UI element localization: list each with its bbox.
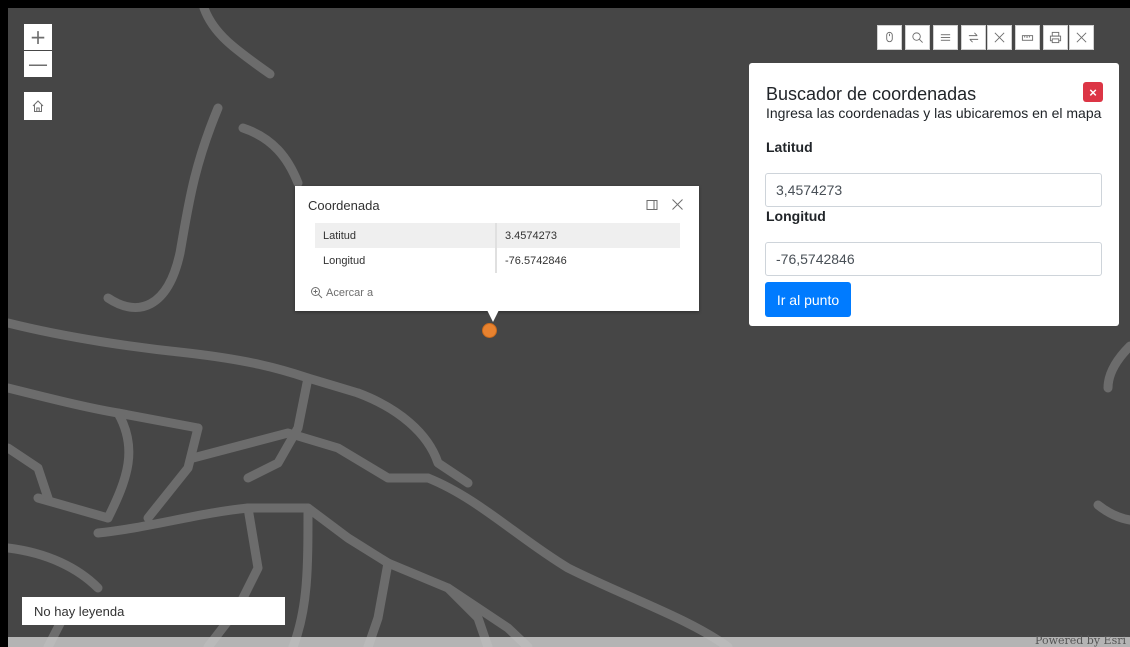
swap-icon	[968, 32, 979, 43]
minus-icon: —	[28, 52, 48, 76]
plus-icon: +	[29, 25, 47, 49]
attribute-table: Latitud 3.4574273 Longitud -76.5742846	[315, 223, 680, 273]
print-icon	[1049, 31, 1062, 44]
zoom-in-icon	[311, 287, 323, 299]
swap-tool-button[interactable]	[961, 25, 986, 50]
ruler-icon	[1021, 35, 1034, 41]
latitude-label: Latitud	[766, 139, 813, 155]
home-button[interactable]	[24, 92, 52, 120]
longitude-label: Longitud	[766, 208, 826, 224]
zoom-to-action[interactable]: Acercar a	[310, 286, 373, 299]
zoom-out-button[interactable]: —	[24, 51, 52, 77]
close-icon	[994, 32, 1005, 43]
close-icon	[671, 198, 683, 210]
list-icon	[940, 34, 951, 41]
search-tool-button[interactable]	[905, 25, 930, 50]
close-icon	[1076, 32, 1087, 43]
zoom-in-button[interactable]: +	[24, 24, 52, 50]
location-marker[interactable]	[482, 323, 497, 338]
select-tool-button[interactable]	[877, 25, 902, 50]
attribute-name: Longitud	[315, 248, 497, 273]
map-view[interactable]: + — Coordenada Latitud 3.4574273 Longitu…	[8, 8, 1130, 647]
attribution-link[interactable]: Powered by Esri	[1035, 634, 1126, 647]
legend-panel: No hay leyenda	[22, 597, 285, 625]
attribute-name: Latitud	[315, 223, 497, 248]
close-icon: ×	[1089, 84, 1097, 100]
search-icon	[912, 32, 923, 43]
panel-title: Buscador de coordenadas	[766, 84, 977, 104]
table-row: Longitud -76.5742846	[315, 248, 680, 273]
table-row: Latitud 3.4574273	[315, 223, 680, 248]
close-tools-button[interactable]	[1069, 25, 1094, 50]
mouse-icon	[886, 31, 893, 43]
panel-subtitle: Ingresa las coordenadas y las ubicaremos…	[766, 105, 1102, 121]
popup-close-button[interactable]	[670, 197, 684, 211]
coordinate-search-panel: Buscador de coordenadas × Ingresa las co…	[749, 63, 1119, 326]
attribution-bar: Powered by Esri	[8, 634, 1130, 647]
attribute-value: 3.4574273	[496, 223, 680, 248]
measure-tool-button[interactable]	[1015, 25, 1040, 50]
longitude-input[interactable]	[765, 242, 1102, 276]
attribute-value: -76.5742846	[505, 254, 567, 267]
latitude-input[interactable]	[765, 173, 1102, 207]
popup-pointer	[487, 310, 499, 322]
dock-button[interactable]	[645, 198, 659, 212]
zoom-to-label: Acercar a	[326, 286, 374, 299]
legend-text: No hay leyenda	[34, 604, 125, 619]
home-icon	[32, 100, 44, 112]
print-tool-button[interactable]	[1043, 25, 1068, 50]
layer-list-button[interactable]	[933, 25, 958, 50]
popup-title: Coordenada	[308, 198, 380, 213]
go-to-point-button[interactable]: Ir al punto	[765, 282, 851, 317]
coordinate-popup: Coordenada Latitud 3.4574273 Longitud -7…	[295, 186, 699, 322]
panel-close-button[interactable]: ×	[1083, 82, 1103, 102]
clear-tool-button[interactable]	[987, 25, 1012, 50]
map-toolbar	[877, 25, 1097, 50]
dock-icon	[646, 200, 658, 210]
